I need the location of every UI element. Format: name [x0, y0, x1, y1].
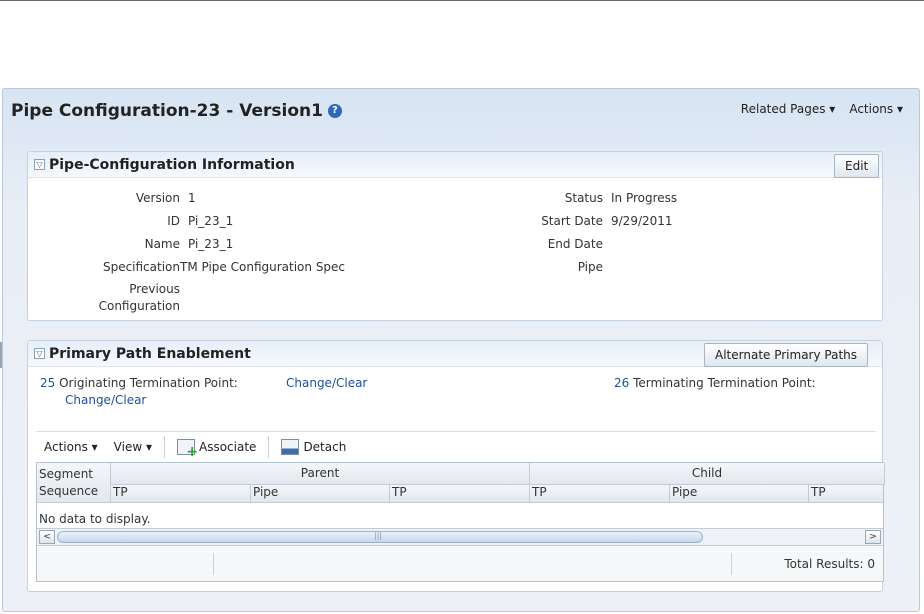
total-results: Total Results: 0 [784, 557, 875, 571]
field-value: 9/29/2011 [611, 214, 673, 228]
collapse-icon[interactable]: ▽ [34, 159, 45, 170]
parent-tp2-header[interactable]: TP [390, 485, 530, 503]
field-value: In Progress [611, 191, 678, 205]
scroll-left-icon[interactable]: < [39, 530, 55, 544]
child-header: Child [530, 463, 885, 485]
terminating-number[interactable]: 26 [614, 376, 629, 390]
associate-label: Associate [199, 439, 257, 454]
associate-icon [177, 438, 198, 460]
path-panel: ▽ Primary Path Enablement Alternate Prim… [27, 340, 885, 592]
related-pages-menu[interactable]: Related Pages ▾ [741, 102, 836, 116]
detach-label: Detach [303, 439, 347, 454]
toolbar-actions-menu[interactable]: Actions ▾ [36, 440, 106, 454]
page-container: Pipe Configuration-23 - Version1 ? Relat… [2, 88, 920, 612]
scroll-right-icon[interactable]: > [865, 530, 881, 544]
page-title-text: Pipe Configuration-23 - Version1 [11, 101, 323, 121]
originating-change-link-2[interactable]: Change/Clear [65, 393, 146, 407]
alternate-primary-paths-button[interactable]: Alternate Primary Paths [704, 343, 869, 367]
info-panel-title: Pipe-Configuration Information [49, 156, 295, 173]
field-end-date: End Date [28, 237, 611, 251]
field-pipe: Pipe [28, 260, 611, 274]
top-border [0, 0, 924, 1]
scroll-grip-icon: ||| [374, 531, 383, 540]
horizontal-scrollbar[interactable]: < ||| > [37, 528, 883, 546]
info-panel-header[interactable]: ▽ Pipe-Configuration Information [28, 152, 882, 178]
collapse-icon[interactable]: ▽ [34, 348, 45, 359]
field-status: Status In Progress [28, 191, 677, 205]
scroll-thumb[interactable]: ||| [57, 531, 703, 543]
associate-button[interactable]: Associate [169, 438, 264, 460]
toolbar-view-menu[interactable]: View ▾ [106, 440, 160, 454]
parent-pipe-header[interactable]: Pipe [251, 485, 390, 503]
originating-tp-row: 25 Originating Termination Point: [40, 376, 238, 390]
top-menus: Related Pages ▾ Actions ▾ [741, 102, 903, 116]
detach-icon [281, 438, 300, 455]
table-toolbar: Actions ▾ View ▾ Associate Detach [36, 431, 876, 461]
terminating-label: Terminating Termination Point: [633, 376, 816, 390]
terminating-tp-row: 26 Terminating Termination Point: [614, 376, 816, 390]
field-label: Pipe [577, 260, 603, 274]
page-title: Pipe Configuration-23 - Version1 ? [11, 101, 342, 121]
child-tp2-header[interactable]: TP [809, 485, 883, 503]
field-label: End Date [547, 237, 603, 251]
field-label: Start Date [541, 214, 603, 228]
path-panel-title: Primary Path Enablement [49, 345, 251, 362]
toolbar-separator [268, 435, 270, 458]
field-label: Status [564, 191, 603, 205]
field-previous-configuration: Previous Configuration [28, 281, 188, 315]
parent-header: Parent [111, 463, 530, 485]
field-label: Previous Configuration [98, 282, 180, 313]
originating-number[interactable]: 25 [40, 376, 55, 390]
actions-menu[interactable]: Actions ▾ [849, 102, 903, 116]
info-panel: ▽ Pipe-Configuration Information Edit Ve… [27, 151, 883, 321]
table-footer: Total Results: 0 [37, 547, 883, 581]
segment-sequence-header[interactable]: Segment Sequence [37, 463, 111, 503]
help-icon[interactable]: ? [327, 104, 342, 118]
footer-separator [213, 553, 214, 575]
footer-separator [731, 553, 732, 575]
path-table: Segment Sequence Parent Child TP Pipe TP… [36, 462, 885, 582]
originating-change-link[interactable]: Change/Clear [286, 376, 367, 390]
detach-button[interactable]: Detach [273, 438, 354, 455]
child-pipe-header[interactable]: Pipe [670, 485, 809, 503]
edit-button[interactable]: Edit [834, 154, 880, 178]
originating-label: Originating Termination Point: [59, 376, 238, 390]
empty-message: No data to display. [39, 512, 151, 526]
parent-tp-header[interactable]: TP [111, 485, 251, 503]
child-tp-header[interactable]: TP [530, 485, 670, 503]
field-start-date: Start Date 9/29/2011 [28, 214, 673, 228]
toolbar-separator [164, 435, 165, 458]
